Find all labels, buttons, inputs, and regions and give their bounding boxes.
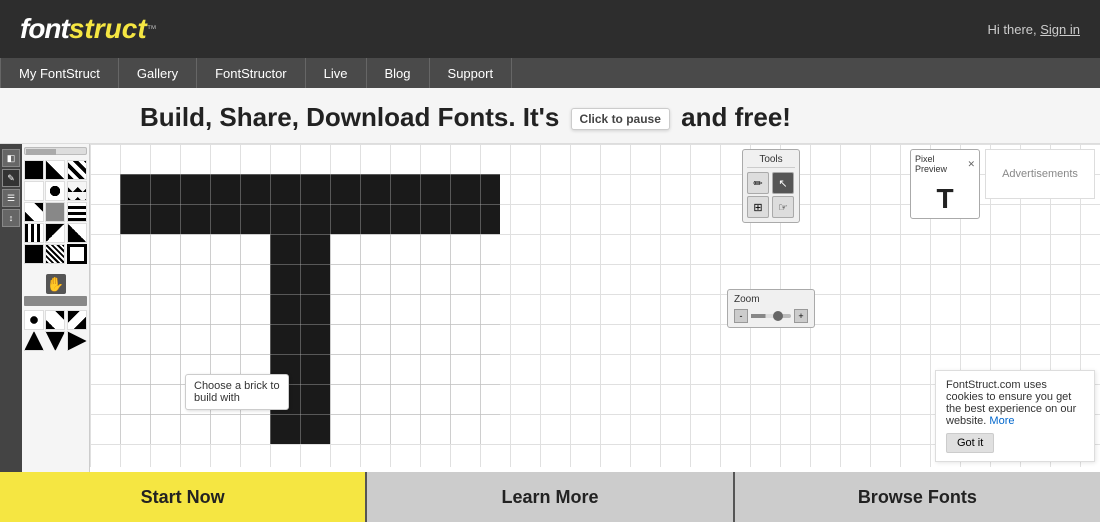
letter-t-top-bar <box>120 174 500 234</box>
main-area: ◧ ✎ ☰ ↕ ✋ <box>0 144 1100 517</box>
logo-font-text: font <box>20 13 69 45</box>
brick-triangle[interactable] <box>24 331 44 351</box>
brick-gray[interactable] <box>45 202 65 222</box>
logo-struct-text: struct <box>69 13 147 45</box>
brick-slant[interactable] <box>67 310 87 330</box>
tool-grid[interactable]: ⊞ <box>747 196 769 218</box>
header: fontstruct™ Hi there, Sign in <box>0 0 1100 58</box>
tooltip-line2: build with <box>194 392 280 404</box>
zoom-panel: Zoom - + <box>727 289 815 328</box>
tool-pointer[interactable]: ☞ <box>772 196 794 218</box>
cookie-more-link[interactable]: More <box>989 415 1014 427</box>
pattern-panel: ✋ <box>22 144 90 517</box>
letter-t-stem <box>270 234 330 444</box>
hero-section: Build, Share, Download Fonts. It's Click… <box>0 88 1100 144</box>
logo-tm: ™ <box>147 24 157 35</box>
brick-black-2[interactable] <box>24 244 44 264</box>
brick-empty[interactable] <box>24 181 44 201</box>
zoom-slider[interactable] <box>751 314 791 318</box>
logo: fontstruct™ <box>20 13 157 45</box>
zoom-out-btn[interactable]: - <box>734 309 748 323</box>
headline-after: and free! <box>674 102 791 132</box>
brick-tooltip: Choose a brick to build with <box>185 374 289 410</box>
left-toolbar: ◧ ✎ ☰ ↕ <box>0 144 22 517</box>
preview-close-btn[interactable]: ✕ <box>967 159 975 170</box>
preview-letter: T <box>915 176 975 221</box>
brick-arrow[interactable] <box>67 331 87 351</box>
brick-solid-black[interactable] <box>24 160 44 180</box>
toolbar-btn-1[interactable]: ◧ <box>2 149 20 167</box>
cookie-notice: FontStruct.com uses cookies to ensure yo… <box>935 370 1095 462</box>
brick-v-stripe[interactable] <box>24 223 44 243</box>
pixel-preview-panel: Pixel Preview ✕ T <box>910 149 980 219</box>
brick-triangle-down[interactable] <box>45 331 65 351</box>
nav-item-support[interactable]: Support <box>430 58 513 88</box>
brick-tr-half[interactable] <box>45 223 65 243</box>
font-editor: Tools ✏ ↖ ⊞ ☞ Pixel Preview ✕ T Zoom - <box>90 144 1100 517</box>
preview-header: Pixel Preview ✕ <box>915 154 975 174</box>
nav-item-gallery[interactable]: Gallery <box>119 58 197 88</box>
nav-item-blog[interactable]: Blog <box>367 58 430 88</box>
tools-panel: Tools ✏ ↖ ⊞ ☞ <box>742 149 800 223</box>
headline-before: Build, Share, Download Fonts. It's <box>140 102 567 132</box>
brick-x[interactable] <box>45 310 65 330</box>
header-right: Hi there, Sign in <box>987 22 1080 37</box>
hero-headline: Build, Share, Download Fonts. It's Click… <box>140 102 1080 133</box>
brick-circle[interactable] <box>45 181 65 201</box>
brick-h-stripe[interactable] <box>67 202 87 222</box>
tool-cursor[interactable]: ↖ <box>772 172 794 194</box>
toolbar-btn-3[interactable]: ☰ <box>2 189 20 207</box>
learn-more-button[interactable]: Learn More <box>367 472 734 522</box>
toolbar-btn-2[interactable]: ✎ <box>2 169 20 187</box>
cookie-got-it-btn[interactable]: Got it <box>946 433 994 453</box>
sign-in-link[interactable]: Sign in <box>1040 22 1080 37</box>
ads-label: Advertisements <box>1002 168 1078 180</box>
nav-item-live[interactable]: Live <box>306 58 367 88</box>
brick-diagonal-half[interactable] <box>45 160 65 180</box>
brick-dot[interactable] <box>24 310 44 330</box>
zoom-title: Zoom <box>734 294 808 305</box>
brick-grid <box>22 158 89 266</box>
cursor-tool-btn[interactable]: ✋ <box>46 274 66 294</box>
pause-tooltip[interactable]: Click to pause <box>571 108 670 130</box>
zoom-slider-handle[interactable] <box>773 311 783 321</box>
brick-diagonal-stripe[interactable] <box>67 160 87 180</box>
cta-bar: Start Now Learn More Browse Fonts <box>0 472 1100 522</box>
nav-bar: My FontStruct Gallery FontStructor Live … <box>0 58 1100 88</box>
preview-title-text: Pixel Preview <box>915 154 967 174</box>
toolbar-btn-4[interactable]: ↕ <box>2 209 20 227</box>
tooltip-line1: Choose a brick to <box>194 380 280 392</box>
tool-pencil[interactable]: ✏ <box>747 172 769 194</box>
brick-diagonal-2[interactable] <box>24 202 44 222</box>
zoom-in-btn[interactable]: + <box>794 309 808 323</box>
ads-panel: Advertisements <box>985 149 1095 199</box>
greeting-text: Hi there, <box>987 22 1036 37</box>
nav-item-my-fontstruct[interactable]: My FontStruct <box>0 58 119 88</box>
brick-fine-diagonal[interactable] <box>45 244 65 264</box>
browse-fonts-button[interactable]: Browse Fonts <box>735 472 1100 522</box>
brick-grid-2 <box>22 308 89 353</box>
nav-item-fontstructor[interactable]: FontStructor <box>197 58 306 88</box>
brick-outline[interactable] <box>67 244 87 264</box>
brick-br-half[interactable] <box>67 223 87 243</box>
tools-grid: ✏ ↖ ⊞ ☞ <box>747 172 795 218</box>
start-now-button[interactable]: Start Now <box>0 472 367 522</box>
brick-checker[interactable] <box>67 181 87 201</box>
zoom-controls: - + <box>734 309 808 323</box>
tools-title: Tools <box>747 154 795 168</box>
